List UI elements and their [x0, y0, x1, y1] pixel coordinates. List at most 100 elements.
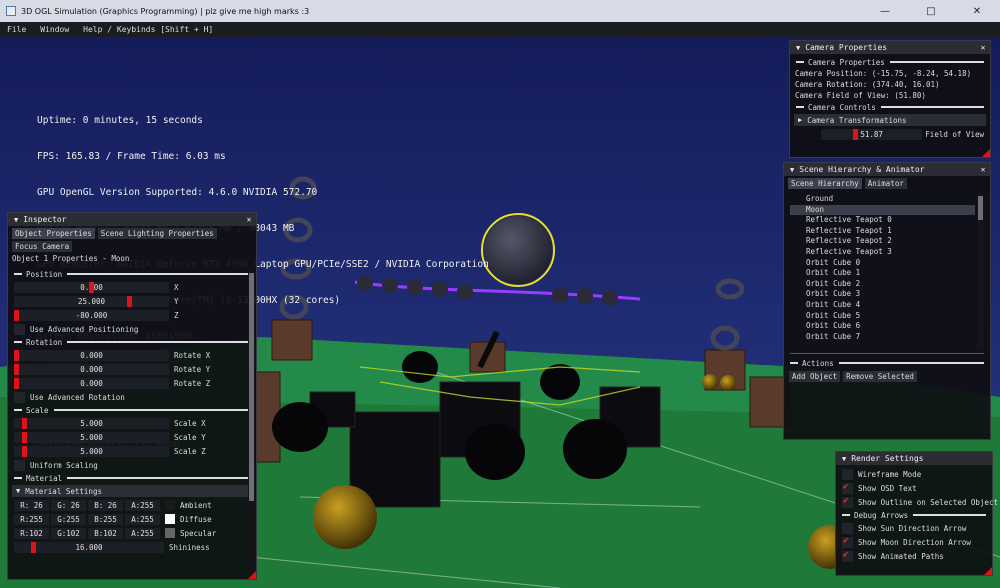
material-ambient-r-field[interactable]: R: 26	[14, 499, 49, 511]
hierarchy-scrollbar[interactable]	[977, 194, 984, 350]
tab-scene-lighting[interactable]: Scene Lighting Properties	[97, 228, 217, 239]
hierarchy-item[interactable]: Orbit Cube 1	[790, 268, 975, 279]
hierarchy-item[interactable]: Reflective Teapot 1	[790, 226, 975, 237]
hierarchy-item[interactable]: Reflective Teapot 0	[790, 215, 975, 226]
menu-window[interactable]: Window	[33, 25, 76, 34]
material-specular-r-field[interactable]: R:102	[14, 527, 49, 539]
render-settings-titlebar[interactable]: ▼ Render Settings	[836, 452, 992, 465]
close-icon[interactable]: ✕	[976, 43, 990, 52]
camera-transformations-header[interactable]: ▶ Camera Transformations	[794, 114, 986, 126]
camera-controls-header: Camera Controls	[790, 101, 990, 113]
scale-slider[interactable]: 5.000	[14, 417, 169, 429]
scale-header: Scale	[8, 404, 256, 416]
camera-panel-title: Camera Properties	[805, 43, 888, 52]
inspector-titlebar[interactable]: ▼ Inspector ✕	[8, 213, 256, 226]
render-wireframe-row: Wireframe Mode	[836, 467, 992, 481]
render-sun_arrow-checkbox[interactable]	[842, 522, 853, 534]
material-specular-swatch[interactable]	[165, 528, 175, 538]
collapse-arrow-icon[interactable]: ▼	[790, 166, 794, 174]
collapse-arrow-icon: ▼	[16, 487, 21, 495]
rotation-slider[interactable]: 0.000	[14, 363, 169, 375]
hierarchy-item[interactable]: Orbit Cube 3	[790, 289, 975, 300]
hierarchy-item[interactable]: Orbit Cube 4	[790, 300, 975, 311]
hierarchy-item[interactable]: Orbit Cube 5	[790, 311, 975, 322]
position-slider[interactable]: 25.000	[14, 295, 169, 307]
menu-file[interactable]: File	[0, 25, 33, 34]
menu-help[interactable]: Help / Keybinds [Shift + H]	[76, 25, 220, 34]
scale-slider[interactable]: 5.000	[14, 431, 169, 443]
shininess-slider[interactable]: 16.000	[14, 541, 164, 553]
advanced-positioning-checkbox[interactable]	[14, 323, 25, 335]
camera-panel: ▼ Camera Properties ✕ Camera Properties …	[789, 40, 991, 158]
collapse-arrow-icon[interactable]: ▼	[14, 216, 18, 224]
shininess-slider-knob[interactable]	[31, 541, 37, 553]
position-value: -80.000	[75, 310, 108, 320]
render-outline-checkbox[interactable]	[842, 496, 853, 508]
close-window-button[interactable]: ✕	[954, 0, 1000, 22]
collapse-arrow-icon[interactable]: ▼	[842, 455, 846, 463]
camera-panel-titlebar[interactable]: ▼ Camera Properties ✕	[790, 41, 990, 54]
scale-slider-knob[interactable]	[21, 417, 27, 429]
rotation-slider[interactable]: 0.000	[14, 349, 169, 361]
scale-slider[interactable]: 5.000	[14, 445, 169, 457]
position-slider[interactable]: 0.000	[14, 281, 169, 293]
tab-scene-hierarchy[interactable]: Scene Hierarchy	[788, 178, 862, 189]
material-diffuse-a-field[interactable]: A:255	[125, 513, 160, 525]
material-diffuse-swatch[interactable]	[165, 514, 175, 524]
position-slider-knob[interactable]	[89, 281, 94, 293]
material-specular-g-field[interactable]: G:102	[51, 527, 86, 539]
material-settings-header[interactable]: ▼ Material Settings	[12, 485, 252, 497]
position-slider-knob[interactable]	[126, 295, 132, 307]
position-slider[interactable]: -80.000	[14, 309, 169, 321]
resize-grip[interactable]	[984, 567, 992, 575]
hierarchy-item[interactable]: Moon	[790, 204, 975, 216]
material-ambient-b-field[interactable]: B: 26	[88, 499, 123, 511]
camera-transformations-label: Camera Transformations	[807, 115, 907, 125]
hierarchy-panel-titlebar[interactable]: ▼ Scene Hierarchy & Animator ✕	[784, 163, 990, 176]
tab-animator[interactable]: Animator	[864, 178, 907, 189]
advanced-rotation-checkbox[interactable]	[14, 391, 25, 403]
minimize-button[interactable]: —	[862, 0, 908, 22]
hierarchy-item[interactable]: Reflective Teapot 2	[790, 236, 975, 247]
focus-camera-button[interactable]: Focus Camera	[12, 241, 73, 252]
uniform-scaling-checkbox[interactable]	[14, 459, 25, 471]
inspector-scrollbar[interactable]	[248, 271, 255, 571]
material-ambient-swatch[interactable]	[165, 500, 175, 510]
resize-grip[interactable]	[982, 149, 990, 157]
rotation-slider[interactable]: 0.000	[14, 377, 169, 389]
hierarchy-item[interactable]: Orbit Cube 0	[790, 258, 975, 269]
fov-slider-knob[interactable]	[852, 128, 858, 140]
maximize-button[interactable]: □	[908, 0, 954, 22]
close-icon[interactable]: ✕	[242, 215, 256, 224]
material-specular-b-field[interactable]: B:102	[88, 527, 123, 539]
position-slider-knob[interactable]	[14, 309, 19, 321]
remove-selected-button[interactable]: Remove Selected	[843, 370, 917, 382]
collapse-arrow-icon[interactable]: ▼	[796, 44, 800, 52]
tab-object-properties[interactable]: Object Properties	[12, 228, 95, 239]
material-ambient-g-field[interactable]: G: 26	[51, 499, 86, 511]
close-icon[interactable]: ✕	[976, 165, 990, 174]
hierarchy-item[interactable]: Orbit Cube 6	[790, 321, 975, 332]
material-diffuse-r-field[interactable]: R:255	[14, 513, 49, 525]
material-diffuse-g-field[interactable]: G:255	[51, 513, 86, 525]
rotation-slider-knob[interactable]	[14, 363, 19, 375]
hierarchy-item[interactable]: Orbit Cube 7	[790, 332, 975, 343]
hierarchy-item[interactable]: Reflective Teapot 3	[790, 247, 975, 258]
material-diffuse-b-field[interactable]: B:255	[88, 513, 123, 525]
rotation-slider-knob[interactable]	[14, 377, 19, 389]
fov-slider[interactable]: 51.87	[821, 128, 923, 140]
render-wireframe-checkbox[interactable]	[842, 468, 853, 480]
scale-slider-knob[interactable]	[21, 431, 27, 443]
add-object-button[interactable]: Add Object	[789, 370, 841, 382]
scale-slider-knob[interactable]	[21, 445, 27, 457]
menu-bar: File Window Help / Keybinds [Shift + H]	[0, 22, 1000, 37]
hierarchy-item[interactable]: Ground	[790, 194, 975, 205]
resize-grip[interactable]	[248, 571, 256, 579]
render-paths-checkbox[interactable]	[842, 550, 853, 562]
hierarchy-item[interactable]: Orbit Cube 2	[790, 279, 975, 290]
render-osd_text-checkbox[interactable]	[842, 482, 853, 494]
render-moon_arrow-checkbox[interactable]	[842, 536, 853, 548]
material-specular-a-field[interactable]: A:255	[125, 527, 160, 539]
material-ambient-a-field[interactable]: A:255	[125, 499, 160, 511]
rotation-slider-knob[interactable]	[14, 349, 19, 361]
